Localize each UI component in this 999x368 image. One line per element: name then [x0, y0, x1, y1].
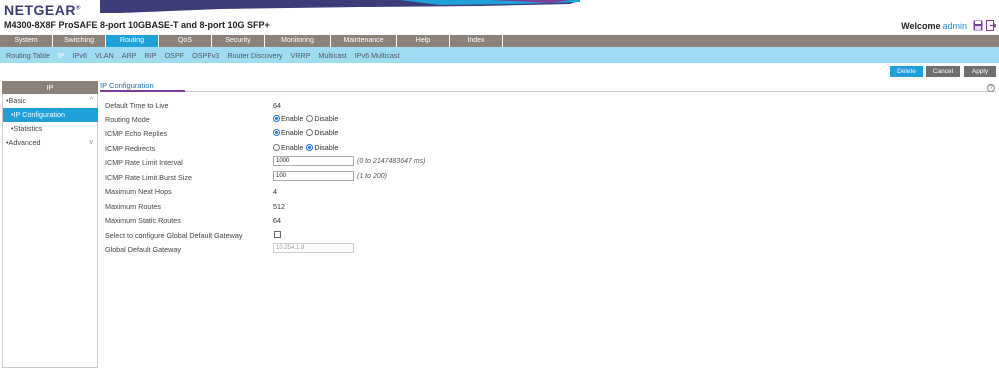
global-gateway-input[interactable]: 10.254.1.9 [273, 243, 354, 253]
field-label: ICMP Rate Limit Interval [105, 158, 183, 167]
field-value: 64 [273, 216, 281, 225]
tab-help[interactable]: Help [397, 35, 450, 47]
section-divider-accent [100, 90, 185, 92]
sidebar-item-label: Advanced [8, 138, 41, 147]
field-icmp-echo-replies: ICMP Echo Replies Enable Disable [105, 127, 625, 141]
field-value: 4 [273, 187, 277, 196]
field-label: Select to configure Global Default Gatew… [105, 231, 243, 240]
sidebar-item-basic[interactable]: •Basic ^ [3, 94, 97, 108]
field-max-next-hops: Maximum Next Hops 4 [105, 185, 625, 199]
section-title: IP Configuration [100, 81, 154, 90]
sidebar-item-label: Basic [8, 96, 27, 105]
subnav-vlan[interactable]: VLAN [95, 51, 114, 60]
field-global-default-gateway: Global Default Gateway 10.254.1.9 [105, 243, 625, 257]
tab-monitoring[interactable]: Monitoring [265, 35, 331, 47]
routing-mode-enable-radio[interactable] [273, 115, 280, 122]
field-label: Maximum Routes [105, 202, 161, 211]
field-icmp-rate-limit-interval: ICMP Rate Limit Interval 1000 (0 to 2147… [105, 156, 625, 170]
welcome-text: Welcome admin [901, 21, 967, 31]
section-divider [100, 91, 996, 92]
cancel-button[interactable]: Cancel [926, 66, 960, 77]
field-label: Default Time to Live [105, 101, 169, 110]
field-global-gateway-select: Select to configure Global Default Gatew… [105, 229, 625, 243]
field-icmp-redirects: ICMP Redirects Enable Disable [105, 142, 625, 156]
main-navigation: System Switching Routing QoS Security Mo… [0, 35, 999, 47]
sidebar-item-statistics[interactable]: •Statistics [3, 122, 97, 136]
sidebar: IP •Basic ^ •IP Configuration •Statistic… [2, 81, 98, 368]
help-icon[interactable]: ? [987, 84, 995, 92]
sidebar-item-ip-configuration[interactable]: •IP Configuration [3, 108, 98, 122]
icmp-echo-disable-radio[interactable] [306, 129, 314, 136]
icmp-redirects-disable-radio[interactable] [306, 144, 314, 151]
field-label: ICMP Rate Limit Burst Size [105, 173, 192, 182]
icmp-echo-enable-radio[interactable] [273, 129, 280, 136]
save-icon[interactable] [973, 20, 983, 31]
subnav-ospf[interactable]: OSPF [165, 51, 185, 60]
tab-qos[interactable]: QoS [159, 35, 212, 47]
tab-maintenance[interactable]: Maintenance [331, 35, 397, 47]
tab-security[interactable]: Security [212, 35, 265, 47]
field-value: 512 [273, 202, 285, 211]
logout-icon[interactable] [986, 20, 996, 31]
radio-label: Enable [281, 114, 304, 123]
subnav-ipv6[interactable]: IPv6 [73, 51, 87, 60]
subnav-ospfv3[interactable]: OSPFv3 [192, 51, 219, 60]
username-link[interactable]: admin [942, 21, 967, 31]
subnav-rip[interactable]: RIP [145, 51, 157, 60]
radio-label: Disable [314, 114, 339, 123]
field-label: Maximum Next Hops [105, 187, 172, 196]
device-model: M4300-8X8F ProSAFE 8-port 10GBASE-T and … [4, 20, 270, 30]
rate-limit-interval-input[interactable]: 1000 [273, 156, 354, 166]
header-banner-graphic [100, 0, 580, 13]
page-header: NETGEAR® M4300-8X8F ProSAFE 8-port 10GBA… [0, 0, 999, 34]
subnav-ipv6-multicast[interactable]: IPv6 Multicast [355, 51, 400, 60]
sub-navigation: Routing Table IP IPv6 VLAN ARP RIP OSPF … [0, 47, 999, 63]
icmp-echo-radio-group: Enable Disable [273, 128, 341, 137]
chevron-down-icon[interactable]: v [90, 136, 94, 150]
radio-label: Disable [314, 143, 339, 152]
global-gateway-checkbox[interactable] [274, 231, 281, 238]
field-label: Routing Mode [105, 115, 150, 124]
field-label: ICMP Redirects [105, 144, 156, 153]
radio-label: Enable [281, 143, 304, 152]
sidebar-item-advanced[interactable]: •Advanced v [3, 136, 97, 150]
subnav-router-discovery[interactable]: Router Discovery [227, 51, 282, 60]
routing-mode-disable-radio[interactable] [306, 115, 314, 122]
burst-size-input[interactable]: 100 [273, 171, 354, 181]
apply-button[interactable]: Apply [964, 66, 996, 77]
radio-label: Enable [281, 128, 304, 137]
field-max-routes: Maximum Routes 512 [105, 200, 625, 214]
field-label: ICMP Echo Replies [105, 129, 168, 138]
field-icmp-rate-limit-burst: ICMP Rate Limit Burst Size 100 (1 to 200… [105, 171, 625, 185]
subnav-multicast[interactable]: Multicast [318, 51, 346, 60]
field-max-static-routes: Maximum Static Routes 64 [105, 214, 625, 228]
subnav-routing-table[interactable]: Routing Table [6, 51, 50, 60]
routing-mode-radio-group: Enable Disable [273, 114, 341, 123]
field-value: 64 [273, 101, 281, 110]
subnav-vrrp[interactable]: VRRP [290, 51, 310, 60]
field-label: Maximum Static Routes [105, 216, 181, 225]
tab-routing[interactable]: Routing [106, 35, 159, 47]
field-hint: (1 to 200) [357, 173, 387, 180]
chevron-up-icon[interactable]: ^ [90, 94, 93, 108]
field-default-ttl: Default Time to Live 64 [105, 99, 625, 113]
subnav-ip[interactable]: IP [58, 51, 65, 60]
sidebar-title: IP [2, 81, 98, 94]
subnav-arp[interactable]: ARP [122, 51, 137, 60]
netgear-logo[interactable]: NETGEAR® [4, 2, 81, 18]
radio-label: Disable [314, 128, 339, 137]
field-hint: (0 to 2147483647 ms) [357, 158, 426, 165]
delete-button[interactable]: Delete [890, 66, 923, 77]
icmp-redirects-radio-group: Enable Disable [273, 143, 341, 152]
sidebar-item-label: Statistics [13, 124, 43, 133]
sidebar-item-label: IP Configuration [13, 110, 65, 119]
tab-system[interactable]: System [0, 35, 53, 47]
field-routing-mode: Routing Mode Enable Disable [105, 113, 625, 127]
icmp-redirects-enable-radio[interactable] [273, 144, 280, 151]
tab-switching[interactable]: Switching [53, 35, 106, 47]
field-label: Global Default Gateway [105, 245, 181, 254]
tab-index[interactable]: Index [450, 35, 503, 47]
